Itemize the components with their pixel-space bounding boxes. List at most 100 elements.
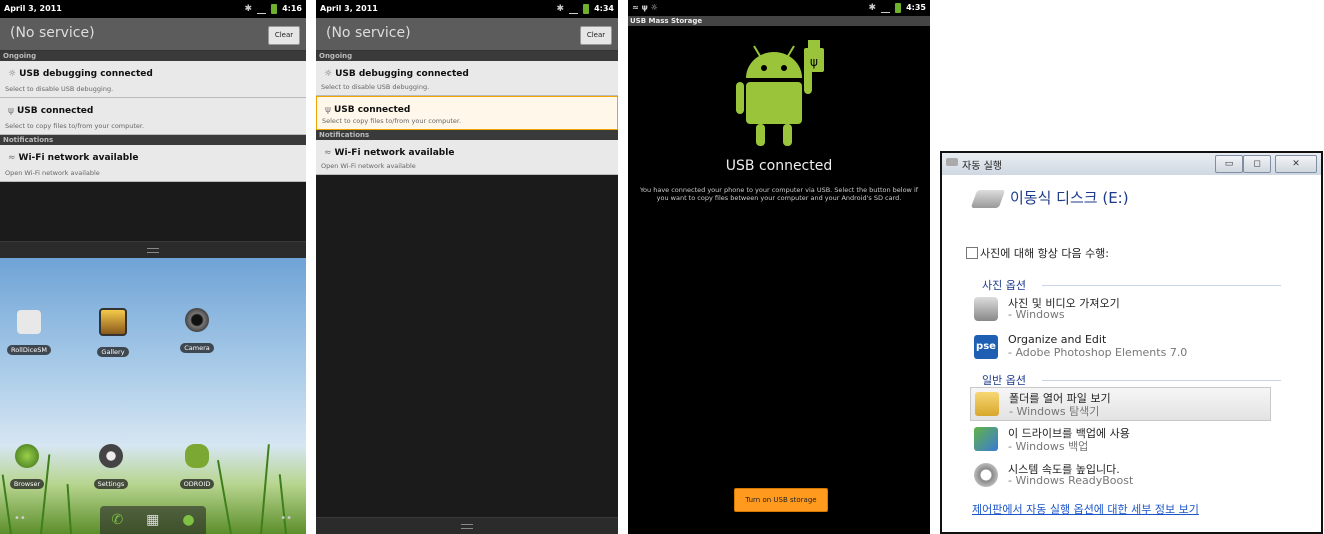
notification-title: USB debugging connected [335,69,469,79]
turn-on-usb-storage-button[interactable]: Turn on USB storage [734,488,828,512]
divider [1042,380,1281,381]
notification-subtitle: Open Wi-Fi network available [321,162,416,170]
drawer-handle[interactable] [316,517,618,534]
wifi-icon: ≈ [324,148,332,158]
app-label: Settings [93,479,129,489]
notification-title: USB connected [16,106,94,116]
window-titlebar[interactable]: 자동 실행 ▭ ◻ ✕ [942,153,1321,175]
notification-header: (No service) Clear [0,18,306,51]
status-date: April 3, 2011 [320,4,378,13]
app-settings[interactable]: Settings [86,444,136,490]
close-button[interactable]: ✕ [1275,155,1317,173]
usb-icon: ψ [641,3,648,12]
option-import-photos[interactable]: 사진 및 비디오 가져오기 - Windows [970,293,1271,327]
android-bug-icon: ☼ [650,3,658,12]
drive-title: 이동식 디스크 (E:) [1010,189,1129,207]
minimize-button[interactable]: ▭ [1215,155,1243,173]
section-notifications: Notifications [316,130,618,140]
clear-button[interactable]: Clear [268,26,300,45]
signal-icon [257,5,267,14]
option-organize-edit[interactable]: pse Organize and Edit - Adobe Photoshop … [970,331,1271,365]
general-options-heading: 일반 옵션 [982,374,1026,387]
readyboost-icon [974,463,998,487]
app-gallery[interactable]: Gallery [88,308,138,358]
clear-button[interactable]: Clear [580,26,612,45]
gear-icon [99,444,123,468]
browser-icon[interactable]: ● [182,512,194,528]
section-ongoing: Ongoing [316,51,618,61]
page-indicator-right[interactable]: •• [280,513,292,524]
status-time: 4:35 [906,3,926,12]
app-label: Browser [9,479,45,489]
notification-subtitle: Select to copy files to/from your comput… [5,122,145,130]
battery-icon [895,3,902,13]
signal-icon [881,4,891,13]
divider [1042,285,1281,286]
app-odroid[interactable]: ODROID [172,444,222,490]
usb-icon: ψ [8,106,14,116]
dice-icon [17,310,41,334]
home-screen: RollDiceSM Gallery Camera Browser Settin… [0,258,306,534]
notification-usb-debugging[interactable]: ☼ USB debugging connected Select to disab… [316,61,618,96]
always-do-label: 사진에 대해 항상 다음 수행: [980,247,1110,260]
carrier-label: (No service) [326,25,411,41]
option-title: Organize and Edit [1008,333,1107,346]
page-indicator-left[interactable]: •• [14,513,26,524]
notification-usb-debugging[interactable]: ☼ USB debugging connected Select to disab… [0,61,306,98]
activity-title-bar: USB Mass Storage [628,16,930,26]
pse-icon: pse [974,335,998,359]
status-date: April 3, 2011 [4,4,62,13]
option-subtitle: - Windows ReadyBoost [1008,474,1134,487]
drawer-handle[interactable] [0,241,306,258]
app-label: RollDiceSM [7,345,51,355]
autoplay-control-panel-link[interactable]: 제어판에서 자동 실행 옵션에 대한 세부 정보 보기 [972,501,1199,517]
android-bug-icon: ☼ [8,69,17,79]
app-rolldice[interactable]: RollDiceSM [4,310,54,356]
notification-wifi[interactable]: ≈ Wi-Fi network available Open Wi-Fi netw… [0,145,306,182]
phone-screen-notifications-expanded: April 3, 2011 ✱ 4:34 (No service) Clear … [316,0,618,534]
carrier-label: (No service) [10,25,95,41]
section-notifications: Notifications [0,135,306,145]
always-do-checkbox[interactable] [966,247,978,259]
phone-icon[interactable]: ✆ [111,512,123,528]
status-time: 4:34 [594,4,614,13]
removable-disk-icon [970,190,1006,208]
app-label: Gallery [97,347,129,357]
notification-subtitle: Select to copy files to/from your comput… [322,117,462,125]
usb-icon: ψ [325,105,331,115]
usb-connected-title: USB connected [725,158,833,174]
notification-wifi[interactable]: ≈ Wi-Fi network available Open Wi-Fi netw… [316,140,618,175]
maximize-button[interactable]: ◻ [1243,155,1271,173]
notification-title: USB connected [333,105,411,115]
option-open-folder[interactable]: 폴더를 열어 파일 보기 - Windows 탐색기 [970,387,1271,421]
option-backup[interactable]: 이 드라이브를 백업에 사용 - Windows 백업 [970,423,1271,457]
camera-icon [185,308,209,332]
autoplay-dialog: 자동 실행 ▭ ◻ ✕ 이동식 디스크 (E:) 사진에 대해 항상 다음 수행… [940,151,1323,534]
battery-icon [583,4,590,14]
notification-subtitle: Open Wi-Fi network available [5,169,100,177]
notification-usb-connected[interactable]: ψ USB connected Select to copy files to/f… [0,98,306,135]
dialog-body: 이동식 디스크 (E:) 사진에 대해 항상 다음 수행: 사진 옵션 사진 및… [942,175,1321,532]
android-bug-icon: ☼ [324,69,333,79]
wifi-icon: ≈ [632,3,639,12]
status-bar: April 3, 2011 ✱ 4:16 [0,0,306,18]
phone-screen-notifications-home: April 3, 2011 ✱ 4:16 (No service) Clear … [0,0,306,534]
app-label: Camera [180,343,214,353]
bluetooth-icon: ✱ [244,4,253,14]
notification-subtitle: Select to disable USB debugging. [321,83,430,91]
window-title: 자동 실행 [962,161,1002,172]
dock: ✆ ▦ ● [100,506,206,534]
app-browser[interactable]: Browser [2,444,52,490]
notification-usb-connected[interactable]: ψ USB connected Select to copy files to/f… [316,96,618,130]
option-readyboost[interactable]: 시스템 속도를 높입니다. - Windows ReadyBoost [970,459,1271,493]
notification-subtitle: Select to disable USB debugging. [5,85,114,93]
notification-header: (No service) Clear [316,18,618,51]
notification-title: Wi-Fi network available [18,153,139,163]
option-subtitle: - Windows [1008,308,1065,321]
notification-title: USB debugging connected [19,69,153,79]
wifi-icon: ≈ [8,153,16,163]
bluetooth-icon: ✱ [868,3,877,13]
phone-screen-usb-mass-storage: ≈ ψ ☼ ✱ 4:35 USB Mass Storage ψ USB conn… [628,0,930,534]
app-camera[interactable]: Camera [172,308,222,354]
app-drawer-icon[interactable]: ▦ [146,512,159,528]
